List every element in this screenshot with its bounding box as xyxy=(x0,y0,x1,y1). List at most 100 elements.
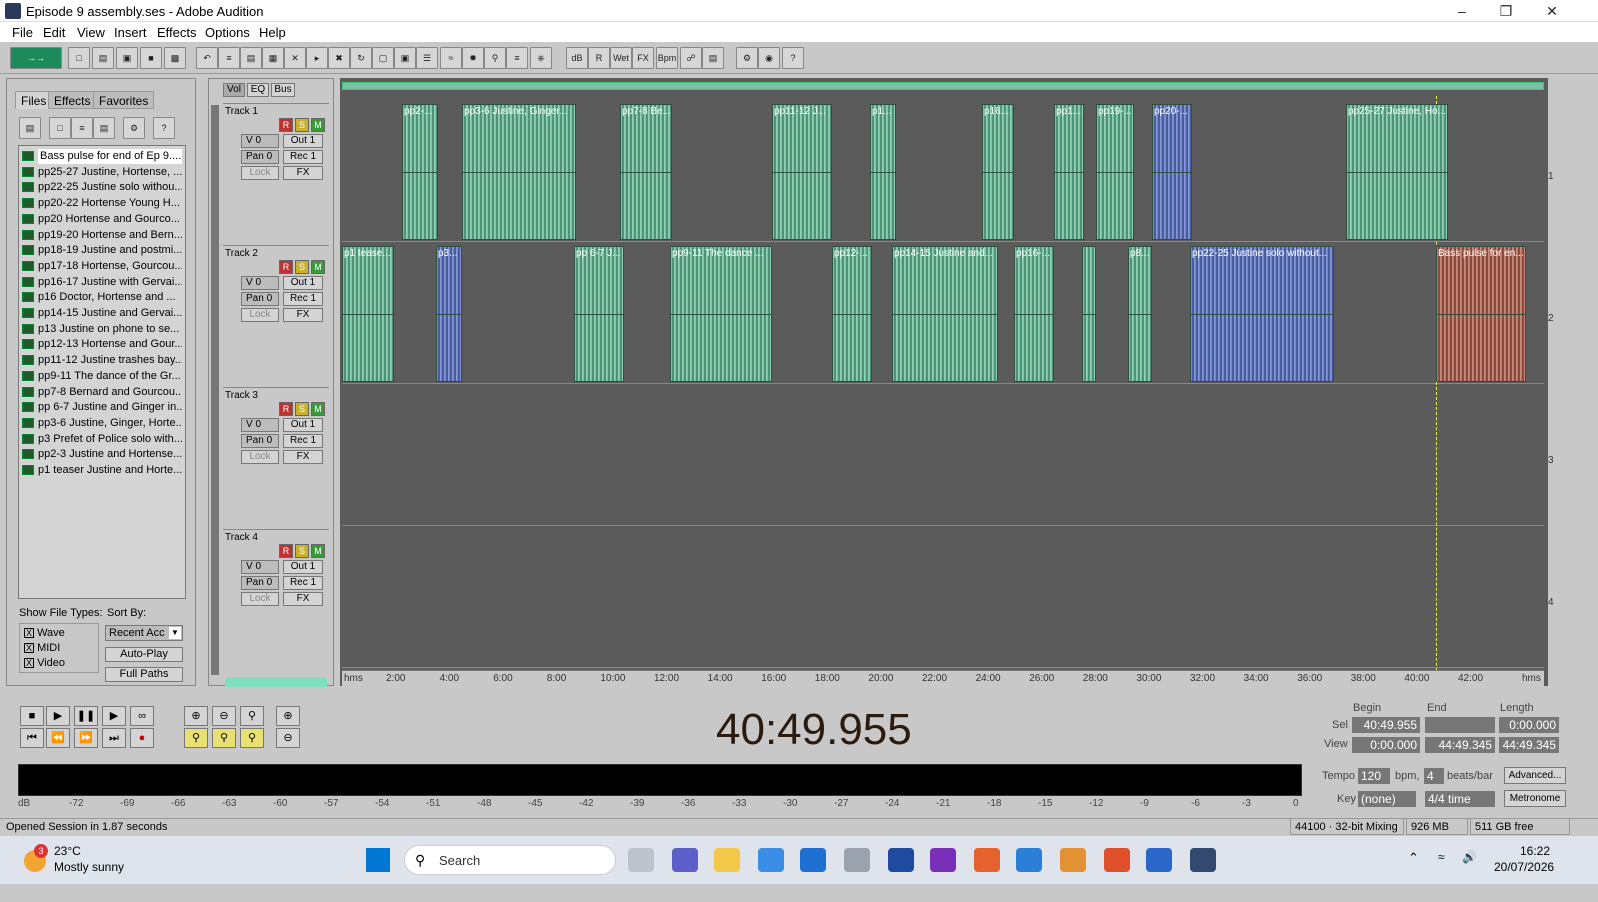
sel-begin-field[interactable]: 40:49.955 xyxy=(1352,717,1420,733)
wifi-icon[interactable]: ≈ xyxy=(1438,850,1445,864)
zoom-full-icon[interactable]: ⚲ xyxy=(240,706,264,726)
zoom-right-icon[interactable]: ⚲ xyxy=(212,728,236,748)
fx-button[interactable]: FX xyxy=(283,592,323,606)
output-button[interactable]: Out 1 xyxy=(283,418,323,432)
go-end-icon[interactable]: ⏭ xyxy=(102,728,126,748)
zoom-out-vertical-icon[interactable]: ⊖ xyxy=(276,728,300,748)
fx-button[interactable]: FX xyxy=(283,308,323,322)
help-icon[interactable]: ? xyxy=(782,47,804,69)
file-list-item[interactable]: pp17-18 Hortense, Gourcou... xyxy=(22,259,182,274)
windows-start-icon[interactable] xyxy=(366,848,390,872)
group-icon[interactable]: ▢ xyxy=(372,47,394,69)
file-list-item[interactable]: Bass pulse for end of Ep 9.... xyxy=(22,149,182,164)
app-mask-icon[interactable] xyxy=(930,848,956,872)
media-player-icon[interactable] xyxy=(1060,848,1086,872)
audio-clip[interactable]: pp14-15 Justine and... xyxy=(892,246,998,382)
audio-clip[interactable]: pp19-... xyxy=(1096,104,1134,240)
insert-multitrack-icon[interactable]: ≡ xyxy=(71,117,93,139)
audio-clip[interactable]: p3... xyxy=(436,246,462,382)
record-arm-button[interactable]: R xyxy=(279,118,293,132)
align-icon[interactable]: ☰ xyxy=(416,47,438,69)
multitrack-area[interactable]: pp2-... pp3-6 Justine, Ginger... pp7-8 Be.… xyxy=(340,78,1570,686)
sel-end-field[interactable] xyxy=(1425,717,1495,733)
menu-view[interactable]: View xyxy=(77,25,105,40)
zoom-out-icon[interactable]: ⊖ xyxy=(212,706,236,726)
record-input-button[interactable]: Rec 1 xyxy=(283,292,323,306)
file-list-item[interactable]: p13 Justine on phone to se... xyxy=(22,322,182,337)
pan-field[interactable]: Pan 0 xyxy=(241,434,279,448)
ungroup-icon[interactable]: ▣ xyxy=(394,47,416,69)
track-properties-icon[interactable]: ▤ xyxy=(240,47,262,69)
open-folder-icon[interactable]: ▤ xyxy=(19,117,41,139)
track-name[interactable]: Track 2 xyxy=(225,248,258,259)
taskbar-search[interactable]: ⚲ Search xyxy=(404,845,616,875)
output-button[interactable]: Out 1 xyxy=(283,276,323,290)
record-input-button[interactable]: Rec 1 xyxy=(283,576,323,590)
save-icon[interactable]: ■ xyxy=(140,47,162,69)
volume-field[interactable]: V 0 xyxy=(241,560,279,574)
notepad-icon[interactable] xyxy=(800,848,826,872)
audio-clip[interactable]: pp11-12 J... xyxy=(772,104,832,240)
trim-icon[interactable]: ▸ xyxy=(306,47,328,69)
track-scrollbar[interactable] xyxy=(211,105,219,675)
fx-envelope-icon[interactable]: FX xyxy=(632,47,654,69)
file-list-item[interactable]: pp11-12 Justine trashes bay... xyxy=(22,353,182,368)
audio-clip[interactable]: pp2-... xyxy=(402,104,438,240)
crossfade-icon[interactable]: ✖ xyxy=(328,47,350,69)
audio-clip[interactable]: pp 6-7 J... xyxy=(574,246,624,382)
lock-time-icon[interactable]: ☍ xyxy=(680,47,702,69)
beats-field[interactable]: 4 xyxy=(1424,768,1444,784)
file-list-item[interactable]: pp2-3 Justine and Hortense... xyxy=(22,447,182,462)
solo-button[interactable]: S xyxy=(295,260,309,274)
menu-edit[interactable]: Edit xyxy=(43,25,65,40)
file-list-item[interactable]: pp19-20 Hortense and Bern... xyxy=(22,228,182,243)
save-all-icon[interactable]: ▩ xyxy=(164,47,186,69)
fx-button[interactable]: FX xyxy=(283,450,323,464)
audition-taskbar-icon[interactable] xyxy=(1190,848,1216,872)
view-length-field[interactable]: 44:49.345 xyxy=(1499,737,1559,753)
file-list-item[interactable]: pp14-15 Justine and Gervai... xyxy=(22,306,182,321)
snap-icon[interactable]: ⎈ xyxy=(530,47,552,69)
lock-button[interactable]: Lock xyxy=(241,166,279,180)
envelope-icon[interactable]: ≈ xyxy=(440,47,462,69)
new-file-icon[interactable]: □ xyxy=(68,47,90,69)
waves-icon[interactable] xyxy=(888,848,914,872)
mixdown-icon[interactable]: ≡ xyxy=(218,47,240,69)
chevron-up-icon[interactable]: ⌃ xyxy=(1408,850,1419,866)
track-name[interactable]: Track 4 xyxy=(225,532,258,543)
file-list-item[interactable]: pp 6-7 Justine and Ginger in... xyxy=(22,400,182,415)
lock-button[interactable]: Lock xyxy=(241,308,279,322)
output-button[interactable]: Out 1 xyxy=(283,560,323,574)
type-video[interactable]: X Video xyxy=(24,657,65,669)
file-list-item[interactable]: pp7-8 Bernard and Gourcou... xyxy=(22,385,182,400)
audio-clip[interactable]: p8... xyxy=(1128,246,1152,382)
tempo-field[interactable]: 120 xyxy=(1358,768,1390,784)
zoom-in-vertical-icon[interactable]: ⊕ xyxy=(276,706,300,726)
volume-envelope-icon[interactable]: dB xyxy=(566,47,588,69)
audio-clip[interactable]: pp1... xyxy=(1054,104,1084,240)
time-ruler[interactable]: hms 2:00 4:00 6:00 8:00 10:00 12:00 14:00 16:00 1… xyxy=(342,670,1544,686)
file-list-item[interactable]: p16 Doctor, Hortense and ... xyxy=(22,290,182,305)
menu-file[interactable]: File xyxy=(12,25,33,40)
pan-field[interactable]: Pan 0 xyxy=(241,150,279,164)
loop-play-icon[interactable]: ∞ xyxy=(130,706,154,726)
meter-icon[interactable]: ▤ xyxy=(702,47,724,69)
zoom-left-icon[interactable]: ⚲ xyxy=(184,728,208,748)
audio-clip[interactable]: pp7-8 Be... xyxy=(620,104,672,240)
close-button[interactable]: ✕ xyxy=(1530,0,1574,22)
audio-clip[interactable]: pp3-6 Justine, Ginger... xyxy=(462,104,576,240)
bpm-icon[interactable]: Bpm xyxy=(656,47,678,69)
tab-bus[interactable]: Bus xyxy=(271,83,295,97)
file-list-item[interactable]: p3 Prefet of Police solo with... xyxy=(22,432,182,447)
file-list-item[interactable]: pp12-13 Hortense and Gour... xyxy=(22,337,182,352)
file-list-item[interactable]: p1 teaser Justine and Horte... xyxy=(22,463,182,478)
file-list-item[interactable]: pp25-27 Justine, Hortense, ... xyxy=(22,165,182,180)
menu-insert[interactable]: Insert xyxy=(114,25,147,40)
file-list-item[interactable]: pp20 Hortense and Gourco... xyxy=(22,212,182,227)
audio-clip[interactable]: pp20-... xyxy=(1152,104,1192,240)
panel-help-icon[interactable]: ? xyxy=(153,117,175,139)
file-list-item[interactable]: pp9-11 The dance of the Gr... xyxy=(22,369,182,384)
open-session-icon[interactable]: ▣ xyxy=(116,47,138,69)
record-icon[interactable]: ● xyxy=(130,728,154,748)
audio-clip[interactable]: pp16-... xyxy=(1014,246,1054,382)
